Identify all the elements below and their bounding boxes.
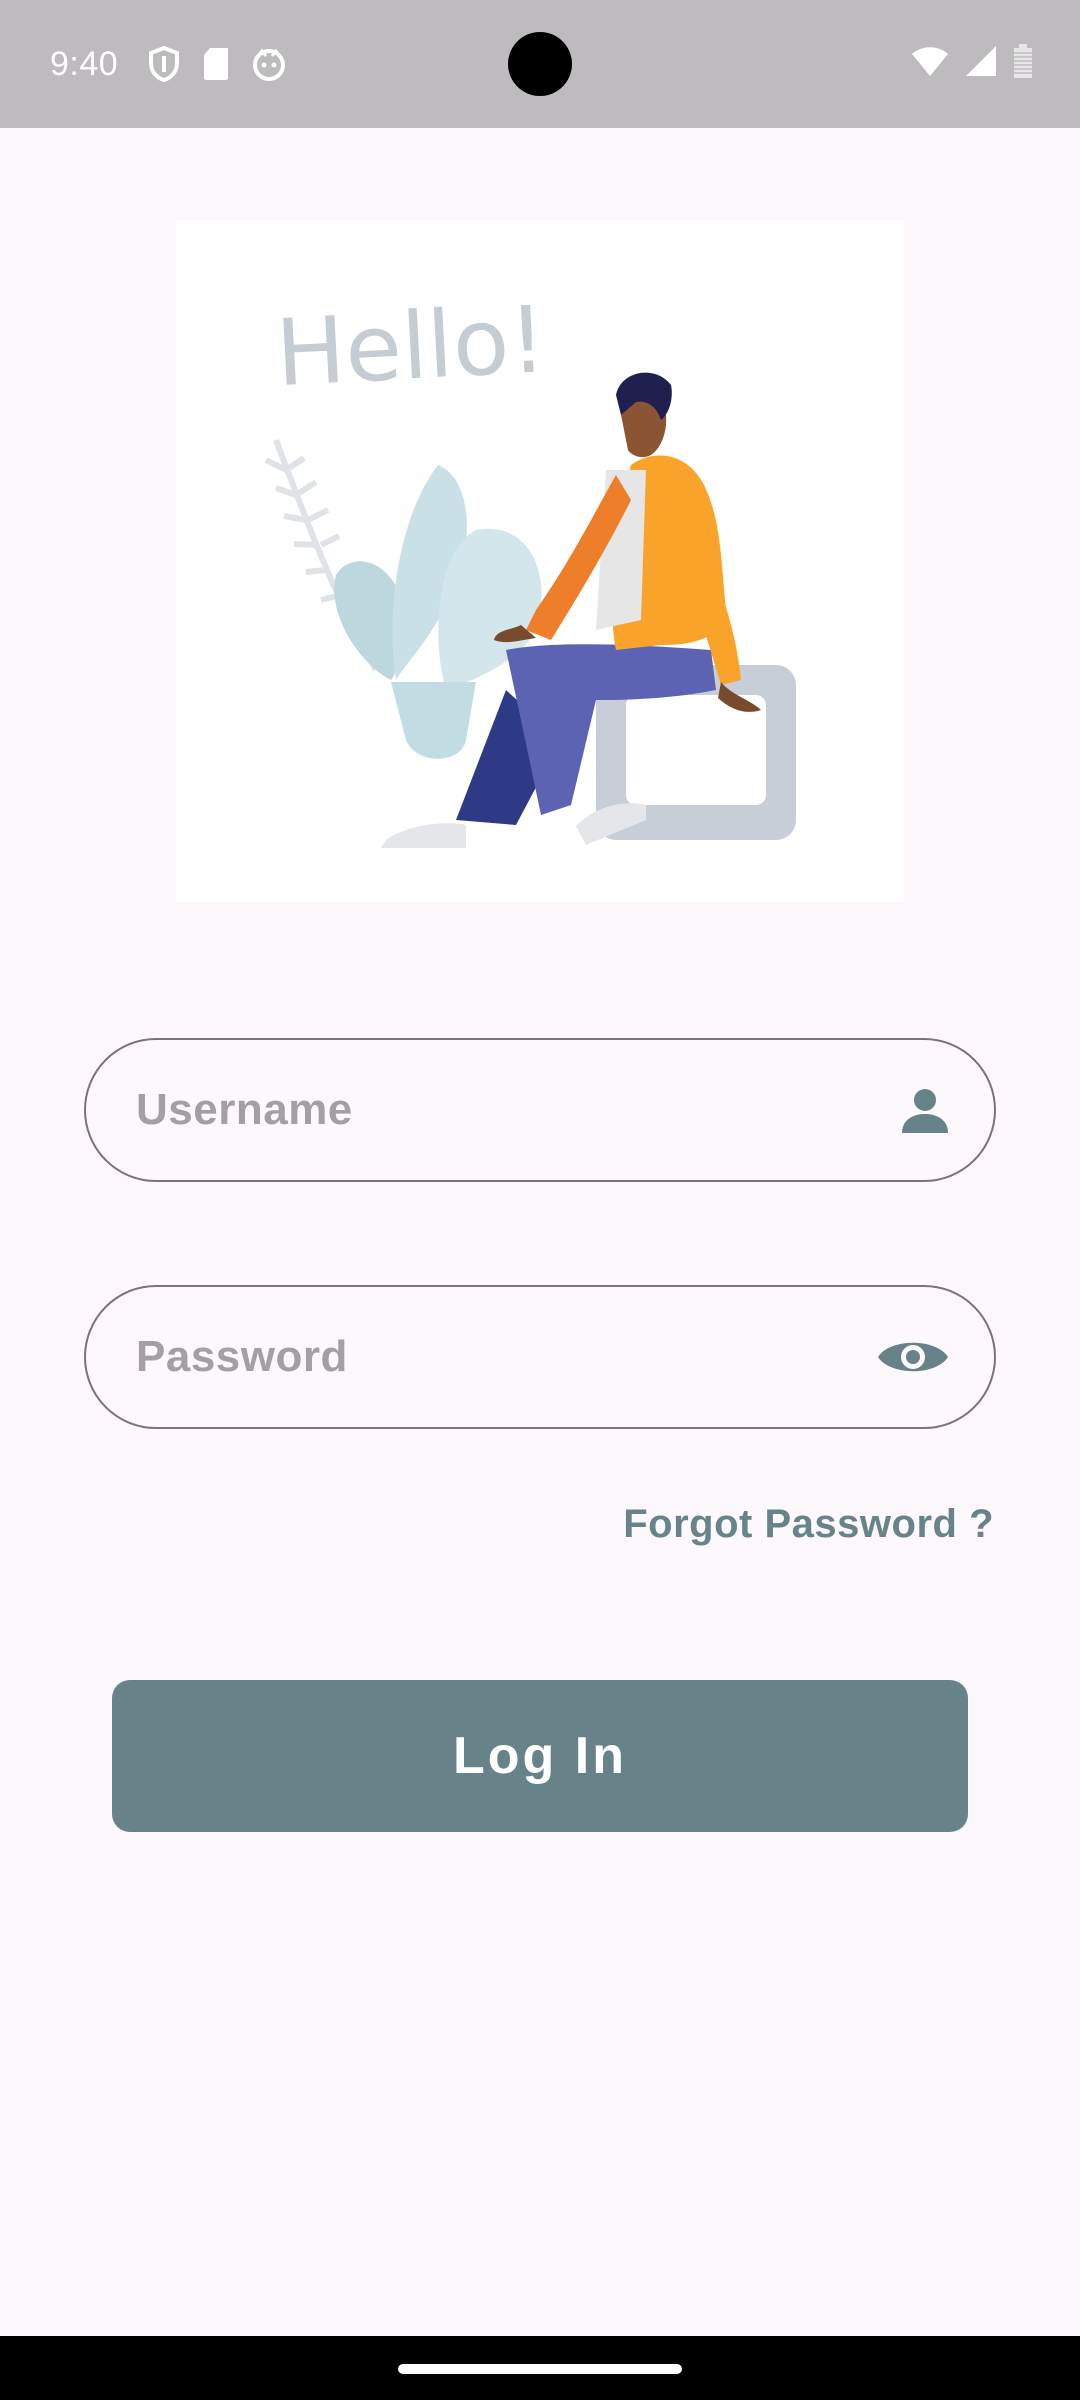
login-button[interactable]: Log In bbox=[112, 1680, 968, 1832]
battery-icon bbox=[1012, 44, 1034, 83]
forgot-password-link[interactable]: Forgot Password ? bbox=[623, 1502, 994, 1547]
person-icon bbox=[900, 1085, 950, 1135]
navigation-bar bbox=[0, 2336, 1080, 2400]
password-field[interactable] bbox=[84, 1285, 996, 1429]
status-left-icons bbox=[148, 46, 286, 82]
signal-icon bbox=[964, 44, 998, 83]
home-gesture-handle[interactable] bbox=[398, 2364, 682, 2374]
hello-text: Hello! bbox=[273, 286, 548, 407]
shield-icon bbox=[148, 46, 180, 82]
wifi-icon bbox=[910, 44, 950, 83]
status-bar: 9:40 bbox=[0, 0, 1080, 128]
sd-card-icon bbox=[202, 47, 230, 81]
eye-icon[interactable] bbox=[876, 1334, 950, 1380]
camera-cutout bbox=[508, 32, 572, 96]
username-field[interactable] bbox=[84, 1038, 996, 1182]
username-input[interactable] bbox=[136, 1040, 900, 1180]
face-icon bbox=[252, 47, 286, 81]
status-time: 9:40 bbox=[50, 44, 119, 83]
status-right-icons bbox=[910, 44, 1034, 83]
person-sitting-illustration: Hello! bbox=[264, 286, 796, 848]
password-input[interactable] bbox=[136, 1287, 876, 1427]
hero-illustration: Hello! bbox=[176, 220, 904, 902]
